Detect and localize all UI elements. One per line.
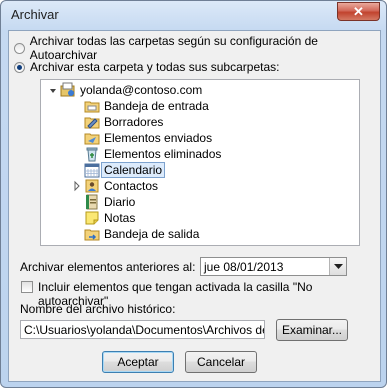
archive-all-option[interactable]: Archivar todas las carpetas según su con…: [14, 34, 380, 62]
archive-all-radio[interactable]: [14, 42, 25, 54]
tree-item-label: Bandeja de salida: [104, 227, 200, 241]
ok-button-label: Aceptar: [117, 355, 159, 369]
tree-item-label: Contactos: [104, 179, 159, 193]
tree-item-calendar[interactable]: Calendario: [84, 162, 166, 178]
archive-this-label: Archivar esta carpeta y todas sus subcar…: [30, 60, 280, 74]
window-title: Archivar: [11, 7, 59, 22]
dialog-body: Archivar todas las carpetas según su con…: [8, 30, 381, 382]
tree-item-contacts[interactable]: Contactos: [84, 178, 158, 194]
inbox-icon: [84, 98, 100, 114]
dropdown-button[interactable]: [329, 258, 346, 275]
cancel-button-label: Cancelar: [196, 355, 246, 369]
tree-item-journal[interactable]: Diario: [84, 194, 135, 210]
chevron-down-icon: [333, 263, 343, 269]
tree-item-drafts[interactable]: Borradores: [84, 114, 163, 130]
archive-file-label: Nombre del archivo histórico:: [20, 302, 176, 316]
tree-item-label: Elementos enviados: [104, 131, 213, 145]
collapse-arrow-icon[interactable]: [49, 84, 57, 100]
contacts-icon: [84, 178, 100, 194]
calendar-icon: [84, 162, 100, 178]
tree-item-inbox[interactable]: Bandeja de entrada: [84, 98, 209, 114]
older-than-label: Archivar elementos anteriores al:: [20, 260, 196, 274]
archive-file-input[interactable]: C:\Usuarios\yolanda\Documentos\Archivos …: [20, 320, 265, 339]
close-button[interactable]: ✕: [337, 2, 380, 21]
cancel-button[interactable]: Cancelar: [185, 351, 257, 373]
deleted-items-icon: [84, 146, 100, 162]
tree-item-notes[interactable]: Notas: [84, 210, 135, 226]
archive-all-label: Archivar todas las carpetas según su con…: [29, 34, 318, 62]
close-icon: ✕: [353, 4, 364, 19]
no-autoarchive-checkbox[interactable]: [21, 281, 33, 293]
notes-icon: [84, 210, 100, 226]
tree-root-label: yolanda@contoso.com: [80, 83, 203, 97]
folder-tree[interactable]: yolanda@contoso.com Bandeja de entrada B…: [40, 79, 360, 246]
sent-items-icon: [84, 130, 100, 146]
tree-item-label: Notas: [104, 211, 136, 225]
tree-item-label: Calendario: [101, 162, 166, 178]
tree-item-label: Diario: [104, 195, 136, 209]
mailbox-icon: [60, 82, 76, 98]
tree-item-deleted[interactable]: Elementos eliminados: [84, 146, 221, 162]
tree-item-label: Elementos eliminados: [104, 147, 222, 161]
outbox-icon: [84, 226, 100, 242]
title-bar: Archivar ✕: [1, 1, 386, 29]
tree-root[interactable]: yolanda@contoso.com: [60, 82, 202, 98]
tree-item-outbox[interactable]: Bandeja de salida: [84, 226, 199, 242]
expand-arrow-icon[interactable]: [73, 178, 81, 194]
journal-icon: [84, 194, 100, 210]
older-than-date-value: jue 08/01/2013: [204, 260, 284, 274]
browse-button[interactable]: Examinar...: [276, 319, 348, 341]
tree-item-sent[interactable]: Elementos enviados: [84, 130, 212, 146]
tree-item-label: Bandeja de entrada: [104, 99, 209, 113]
ok-button[interactable]: Aceptar: [102, 351, 174, 373]
archive-file-value: C:\Usuarios\yolanda\Documentos\Archivos …: [24, 323, 265, 337]
archive-this-option[interactable]: Archivar esta carpeta y todas sus subcar…: [14, 59, 279, 75]
browse-button-label: Examinar...: [281, 323, 343, 337]
drafts-icon: [84, 114, 100, 130]
older-than-date-combo[interactable]: jue 08/01/2013: [200, 257, 347, 276]
tree-item-label: Borradores: [104, 115, 164, 129]
archive-dialog: Archivar ✕ Archivar todas las carpetas s…: [0, 0, 387, 388]
archive-this-radio[interactable]: [14, 61, 25, 73]
